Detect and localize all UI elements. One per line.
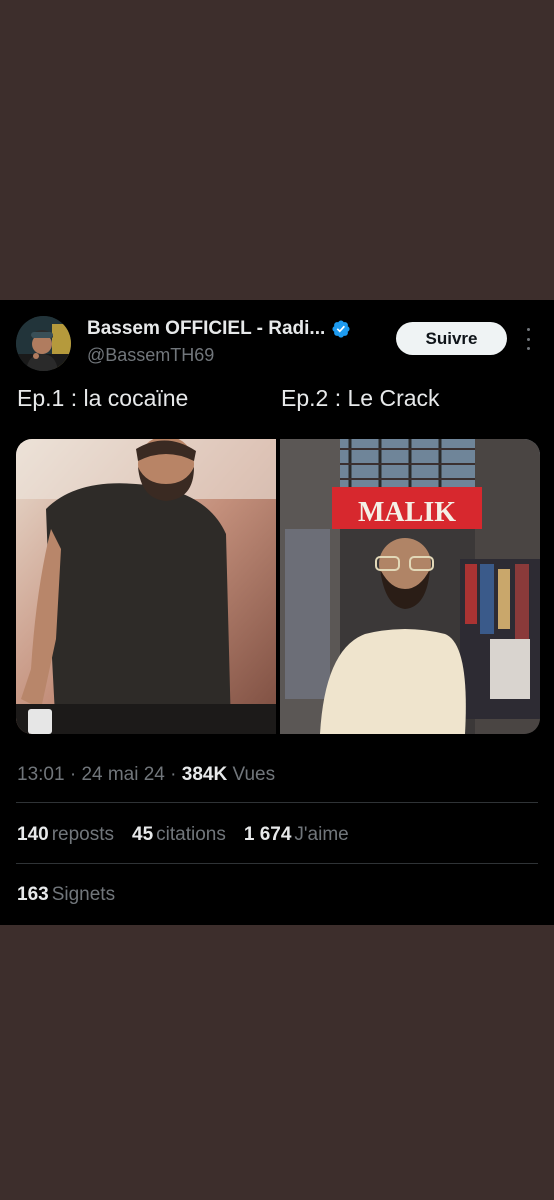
quotes-label: citations: [156, 824, 226, 845]
author-name[interactable]: Bassem OFFICIEL - Radi...: [87, 318, 325, 340]
tweet-text-ep2: Ep.2 : Le Crack: [281, 385, 440, 411]
divider-2: [16, 863, 538, 864]
reposts-stat[interactable]: 140 reposts: [17, 824, 114, 846]
author-handle[interactable]: @BassemTH69: [87, 345, 214, 366]
media-photo-2[interactable]: MALIK: [280, 439, 540, 734]
verified-badge-icon: [332, 320, 350, 338]
views-label: Vues: [232, 764, 276, 785]
meta-separator-2: ·: [170, 764, 177, 785]
bookmarks-label: Signets: [51, 884, 116, 905]
reposts-count: 140: [17, 824, 49, 845]
tweet-date[interactable]: 24 mai 24: [81, 764, 164, 785]
likes-count: 1 674: [243, 824, 292, 845]
quotes-stat[interactable]: 45 citations: [132, 824, 226, 846]
views-count: 384K: [181, 764, 228, 785]
tweet-time[interactable]: 13:01: [17, 764, 65, 785]
bookmarks-stat[interactable]: 163 Signets: [17, 884, 115, 906]
bookmarks-count: 163: [17, 884, 49, 905]
likes-label: J'aime: [294, 824, 349, 845]
divider-1: [16, 802, 538, 803]
meta-separator-1: ·: [69, 764, 77, 785]
tweet-media[interactable]: MALIK: [16, 439, 540, 734]
reposts-label: reposts: [51, 824, 115, 845]
photo-1-image: [16, 439, 276, 734]
engagement-stats: 140 reposts 45 citations 1 674 J'aime: [17, 824, 349, 846]
quotes-count: 45: [132, 824, 154, 845]
avatar-image: [16, 316, 71, 371]
likes-stat[interactable]: 1 674 J'aime: [244, 824, 349, 846]
tweet-text-ep1: Ep.1 : la cocaïne: [17, 385, 189, 411]
more-options-icon[interactable]: [522, 328, 534, 350]
follow-button[interactable]: Suivre: [396, 322, 507, 355]
media-photo-1[interactable]: [16, 439, 276, 734]
tweet-timestamp-views[interactable]: 13:01 · 24 mai 24 · 384K Vues: [17, 764, 275, 786]
author-name-row[interactable]: Bassem OFFICIEL - Radi...: [87, 318, 351, 340]
photo-2-image: MALIK: [280, 439, 540, 734]
author-avatar[interactable]: [16, 316, 71, 371]
tweet-card: Bassem OFFICIEL - Radi... @BassemTH69 Su…: [0, 300, 554, 925]
malik-sign-text: MALIK: [358, 497, 456, 528]
